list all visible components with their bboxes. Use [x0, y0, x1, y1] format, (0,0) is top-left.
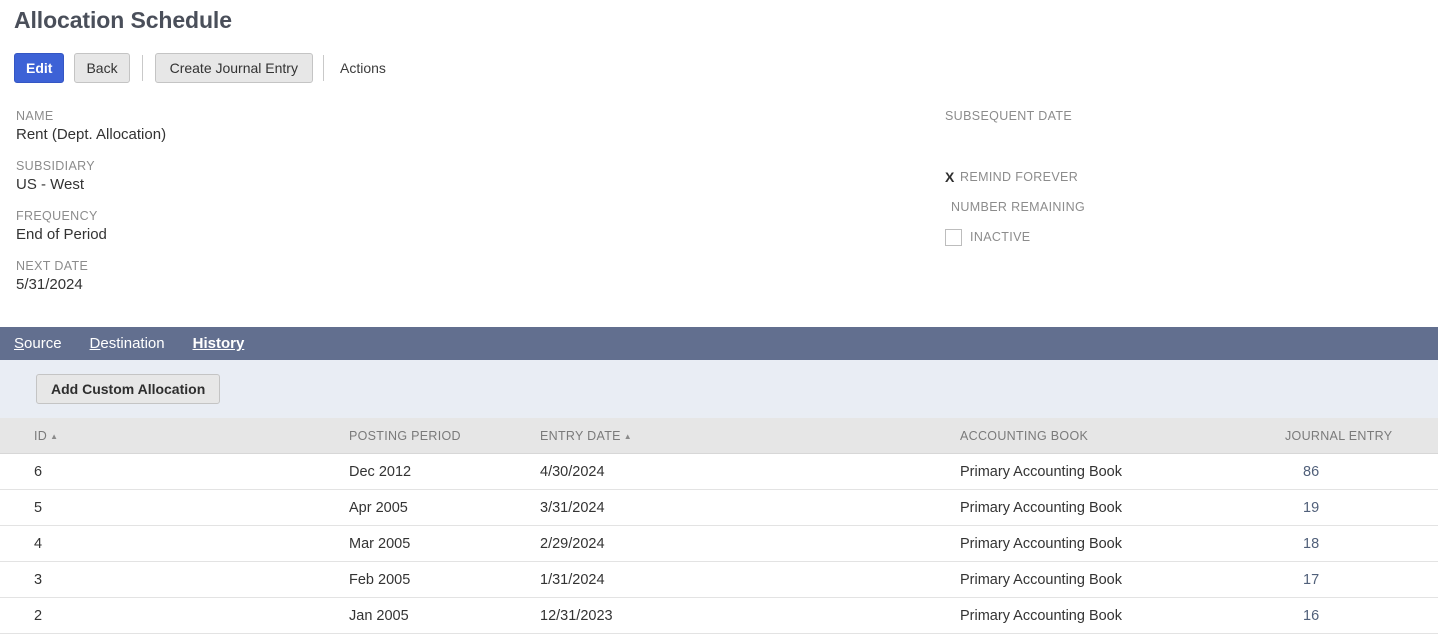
column-header-journal-entry[interactable]: JOURNAL ENTRY: [1285, 418, 1438, 454]
column-header-id[interactable]: ID ▲: [0, 418, 175, 454]
add-custom-allocation-button[interactable]: Add Custom Allocation: [36, 374, 221, 404]
table-body: 6 Dec 2012 4/30/2024 Primary Accounting …: [0, 453, 1438, 634]
field-frequency-label: FREQUENCY: [16, 209, 98, 223]
field-subsidiary-value: US - West: [16, 176, 85, 193]
history-table-container: ID ▲ POSTING PERIOD ENTRY DATE ▲ ACCOUNTIN…: [0, 418, 1438, 634]
field-remind-forever[interactable]: X REMIND FOREVER: [945, 166, 1425, 188]
journal-entry-link[interactable]: 86: [1303, 464, 1319, 480]
inactive-checkbox[interactable]: [945, 228, 962, 246]
back-button[interactable]: Back: [74, 53, 130, 83]
cell-journal-entry: 16: [1285, 597, 1438, 634]
tab-bar: Source Destination History: [0, 327, 1438, 369]
journal-entry-link[interactable]: 16: [1303, 608, 1319, 624]
tab-history-label: istory: [203, 335, 245, 352]
field-inactive[interactable]: INACTIVE: [945, 226, 1425, 248]
checkmark-icon: X: [945, 169, 955, 185]
journal-entry-link[interactable]: 19: [1303, 500, 1319, 516]
field-name-value: Rent (Dept. Allocation): [16, 126, 167, 143]
tab-source[interactable]: Source: [0, 327, 76, 360]
column-header-id-label: ID: [34, 428, 48, 443]
cell-id: 5: [0, 489, 175, 526]
table-row[interactable]: 2 Jan 2005 12/31/2023 Primary Accounting…: [0, 597, 1438, 634]
cell-journal-entry: 86: [1285, 453, 1438, 490]
cell-entry-date: 2/29/2024: [540, 525, 830, 562]
history-table: ID ▲ POSTING PERIOD ENTRY DATE ▲ ACCOUNTIN…: [0, 418, 1438, 634]
cell-id: 3: [0, 561, 175, 598]
column-header-accounting-book-label: ACCOUNTING BOOK: [960, 428, 1089, 443]
cell-id: 2: [0, 597, 175, 634]
field-frequency-value: End of Period: [16, 226, 107, 243]
journal-entry-link[interactable]: 18: [1303, 536, 1319, 552]
tab-destination-label: estination: [100, 335, 165, 352]
tab-destination-accesskey: D: [89, 335, 101, 352]
cell-posting-period: Feb 2005: [175, 561, 540, 598]
field-next-date: NEXT DATE 5/31/2024: [16, 258, 516, 296]
cell-accounting-book: Primary Accounting Book: [830, 489, 1285, 526]
cell-accounting-book: Primary Accounting Book: [830, 597, 1285, 634]
column-header-entry-date[interactable]: ENTRY DATE ▲: [540, 418, 830, 454]
cell-entry-date: 3/31/2024: [540, 489, 830, 526]
field-name-label: NAME: [16, 109, 54, 123]
field-subsidiary: SUBSIDIARY US - West: [16, 158, 516, 196]
column-header-journal-entry-label: JOURNAL ENTRY: [1285, 428, 1393, 443]
toolbar-divider-2: [322, 55, 324, 81]
cell-journal-entry: 19: [1285, 489, 1438, 526]
journal-entry-link[interactable]: 17: [1303, 572, 1319, 588]
field-frequency: FREQUENCY End of Period: [16, 208, 516, 246]
cell-entry-date: 12/31/2023: [540, 597, 830, 634]
field-next-date-label: NEXT DATE: [16, 259, 89, 273]
field-subsequent-date-value: [945, 124, 1425, 146]
table-header-row: ID ▲ POSTING PERIOD ENTRY DATE ▲ ACCOUNTIN…: [0, 418, 1438, 454]
field-subsequent-date-label: SUBSEQUENT DATE: [945, 109, 1073, 123]
sublist-toolbar: Add Custom Allocation: [0, 360, 1438, 418]
field-name: NAME Rent (Dept. Allocation): [16, 108, 516, 146]
column-header-posting-period[interactable]: POSTING PERIOD: [175, 418, 540, 454]
sort-ascending-icon: ▲: [623, 431, 633, 441]
cell-entry-date: 4/30/2024: [540, 453, 830, 490]
toolbar-divider-1: [141, 55, 143, 81]
field-number-remaining: NUMBER REMAINING: [945, 196, 1425, 218]
table-row[interactable]: 6 Dec 2012 4/30/2024 Primary Accounting …: [0, 453, 1438, 490]
table-row[interactable]: 4 Mar 2005 2/29/2024 Primary Accounting …: [0, 525, 1438, 562]
cell-journal-entry: 18: [1285, 525, 1438, 562]
record-fields: NAME Rent (Dept. Allocation) SUBSIDIARY …: [0, 108, 1438, 318]
tab-destination[interactable]: Destination: [76, 327, 179, 360]
cell-posting-period: Dec 2012: [175, 453, 540, 490]
cell-posting-period: Jan 2005: [175, 597, 540, 634]
cell-journal-entry: 17: [1285, 561, 1438, 598]
cell-posting-period: Mar 2005: [175, 525, 540, 562]
create-journal-entry-button[interactable]: Create Journal Entry: [154, 53, 313, 83]
edit-button[interactable]: Edit: [14, 53, 65, 83]
tab-history-accesskey: H: [192, 335, 204, 352]
table-row[interactable]: 3 Feb 2005 1/31/2024 Primary Accounting …: [0, 561, 1438, 598]
tab-source-label: ource: [24, 335, 62, 352]
field-subsidiary-label: SUBSIDIARY: [16, 159, 95, 173]
column-header-entry-date-label: ENTRY DATE: [540, 428, 621, 443]
field-next-date-value: 5/31/2024: [16, 276, 83, 293]
field-subsequent-date: SUBSEQUENT DATE: [945, 108, 1425, 146]
actions-menu[interactable]: Actions: [334, 60, 392, 76]
cell-id: 4: [0, 525, 175, 562]
field-inactive-label: INACTIVE: [970, 230, 1031, 244]
page-title: Allocation Schedule: [14, 7, 232, 33]
tab-history[interactable]: History: [179, 327, 259, 369]
field-number-remaining-label: NUMBER REMAINING: [951, 200, 1086, 214]
field-remind-forever-label: REMIND FOREVER: [960, 170, 1079, 184]
table-row[interactable]: 5 Apr 2005 3/31/2024 Primary Accounting …: [0, 489, 1438, 526]
record-action-toolbar: Edit Back Create Journal Entry Actions: [14, 53, 392, 83]
cell-entry-date: 1/31/2024: [540, 561, 830, 598]
cell-accounting-book: Primary Accounting Book: [830, 453, 1285, 490]
sort-ascending-icon: ▲: [50, 431, 59, 441]
cell-accounting-book: Primary Accounting Book: [830, 525, 1285, 562]
table-header: ID ▲ POSTING PERIOD ENTRY DATE ▲ ACCOUNTIN…: [0, 418, 1438, 454]
cell-posting-period: Apr 2005: [175, 489, 540, 526]
column-header-accounting-book[interactable]: ACCOUNTING BOOK: [830, 418, 1285, 454]
cell-accounting-book: Primary Accounting Book: [830, 561, 1285, 598]
tab-source-accesskey: S: [14, 335, 25, 352]
fields-column-right: SUBSEQUENT DATE X REMIND FOREVER NUMBER …: [945, 108, 1425, 256]
fields-column-left: NAME Rent (Dept. Allocation) SUBSIDIARY …: [16, 108, 516, 308]
cell-id: 6: [0, 453, 175, 490]
column-header-posting-period-label: POSTING PERIOD: [349, 428, 461, 443]
